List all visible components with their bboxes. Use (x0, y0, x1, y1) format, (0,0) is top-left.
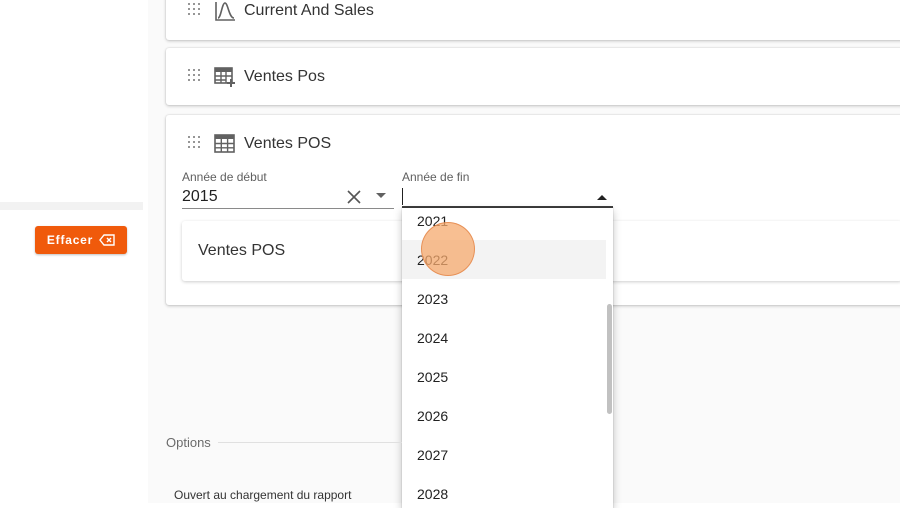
drag-handle-icon[interactable] (188, 3, 200, 19)
clear-button[interactable]: Effacer (35, 226, 127, 254)
left-panel: Effacer (0, 0, 149, 503)
options-divider (218, 442, 402, 443)
card-current-and-sales: Current And Sales (166, 0, 900, 40)
text-caret (402, 188, 403, 205)
clear-icon[interactable] (346, 189, 362, 205)
drag-handle-icon[interactable] (188, 136, 200, 152)
chevron-up-icon[interactable] (596, 193, 608, 201)
dropdown-option[interactable]: 2026 (402, 396, 606, 435)
left-divider (0, 202, 143, 210)
clear-x-icon (99, 234, 115, 246)
card-title: Current And Sales (244, 2, 374, 19)
end-year-label: Année de fin (402, 170, 470, 184)
table-add-icon (214, 67, 235, 87)
clear-button-label: Effacer (46, 233, 94, 247)
line-chart-icon (215, 2, 235, 21)
dropdown-option[interactable]: 2027 (402, 435, 606, 474)
card-title: Ventes POS (244, 135, 332, 152)
card-title: Ventes Pos (244, 68, 325, 85)
inner-report-title: Ventes POS (198, 242, 286, 259)
dropdown-option[interactable]: 2025 (402, 357, 606, 396)
end-year-dropdown[interactable]: 2021 2022 2023 2024 2025 2026 2027 2028 (402, 208, 613, 508)
dropdown-option[interactable]: 2021 (402, 208, 606, 240)
dropdown-option[interactable]: 2023 (402, 279, 606, 318)
dropdown-option[interactable]: 2024 (402, 318, 606, 357)
card-ventes-pos: Ventes Pos (166, 48, 900, 105)
end-year-input[interactable] (402, 188, 592, 206)
open-on-load-label: Ouvert au chargement du rapport (174, 488, 352, 502)
start-year-label: Année de début (182, 170, 267, 184)
chevron-down-icon[interactable] (375, 192, 387, 200)
dropdown-scrollbar[interactable] (607, 304, 612, 414)
options-section-label: Options (166, 435, 211, 450)
dropdown-option[interactable]: 2022 (402, 240, 606, 279)
drag-handle-icon[interactable] (188, 69, 200, 85)
start-year-input[interactable]: 2015 (182, 188, 218, 206)
start-year-underline (182, 208, 394, 209)
table-icon (214, 134, 235, 153)
